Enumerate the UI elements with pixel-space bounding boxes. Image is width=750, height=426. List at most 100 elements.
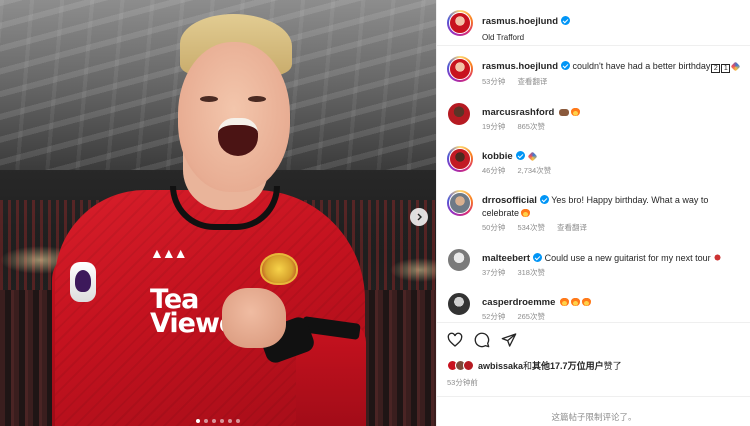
comment-avatar[interactable]	[447, 102, 471, 126]
caption-time[interactable]: 53分钟	[482, 77, 505, 86]
comment-meta: 50分钟 534次赞 查看翻译	[482, 222, 597, 233]
translate-link[interactable]: 查看翻译	[557, 223, 587, 232]
chevron-right-icon	[417, 213, 422, 221]
comment-text-continued: celebrate	[482, 208, 520, 218]
comment-line: casperdroemme	[482, 296, 744, 309]
comment-avatar[interactable]	[447, 248, 471, 272]
comment-likes[interactable]: 2,734次赞	[517, 166, 551, 175]
share-icon[interactable]	[501, 332, 517, 348]
comment-item: marcusrashford 19分钟 865次赞	[437, 102, 750, 138]
carousel-dot	[204, 419, 208, 423]
party-emoji-icon	[730, 61, 741, 72]
comment-username[interactable]: marcusrashford	[482, 107, 554, 118]
liker-avatars	[447, 360, 474, 371]
caption-text: couldn't have had a better birthday	[572, 61, 711, 71]
next-slide-button[interactable]	[410, 208, 428, 226]
comment-username[interactable]: malteebert	[482, 253, 530, 264]
comment-text: Yes bro! Happy birthday. What a way to	[551, 195, 709, 205]
likes-summary[interactable]: awbissaka 和其他17.7万位用户 赞了	[447, 359, 622, 372]
caption-line: rasmus.hoejlund couldn't have had a bett…	[482, 60, 744, 73]
post-header: rasmus.hoejlund Old Trafford	[437, 0, 750, 46]
carousel-dot	[236, 419, 240, 423]
player-fist	[222, 288, 286, 348]
carousel-dot	[212, 419, 216, 423]
comment-meta: 52分钟 265次赞	[482, 311, 555, 320]
caption-avatar[interactable]	[447, 56, 473, 82]
post-photo[interactable]: ▲▲▲ Tea Viewe	[0, 0, 436, 426]
post-time[interactable]: 53分钟前	[447, 377, 478, 388]
carousel-dots	[196, 419, 244, 425]
post-actions	[437, 322, 750, 356]
liker-avatar	[463, 360, 474, 371]
player-eye-left	[200, 96, 218, 102]
caption-username[interactable]: rasmus.hoejlund	[482, 61, 558, 72]
carousel-dot	[220, 419, 224, 423]
league-badge-icon	[70, 262, 96, 302]
verified-badge-icon	[561, 61, 571, 70]
comments-limited-notice: 这篇帖子限制评论了。	[437, 396, 750, 426]
verified-badge-icon	[533, 253, 543, 262]
translate-link[interactable]: 查看翻译	[517, 77, 547, 86]
comment-likes[interactable]: 865次赞	[517, 122, 545, 131]
likes-and: 和	[523, 361, 533, 371]
verified-badge-icon	[561, 16, 571, 25]
comment-line: marcusrashford	[482, 106, 744, 119]
comment-line: malteebert Could use a new guitarist for…	[482, 252, 744, 265]
player-eye-right	[248, 96, 266, 102]
post-caption: rasmus.hoejlund couldn't have had a bett…	[437, 56, 750, 92]
fire-emoji-icon	[581, 297, 591, 306]
comment-item: malteebert Could use a new guitarist for…	[437, 248, 750, 284]
comment-avatar[interactable]	[447, 292, 471, 316]
club-badge-icon	[260, 253, 298, 285]
comment-likes[interactable]: 318次赞	[517, 268, 545, 277]
comment-likes[interactable]: 265次赞	[517, 312, 545, 320]
comment-meta: 19分钟 865次赞	[482, 121, 555, 132]
fire-emoji-icon	[521, 208, 531, 217]
hand-emoji-icon	[558, 109, 569, 116]
comment-likes[interactable]: 534次赞	[517, 223, 545, 232]
party-emoji-icon	[527, 151, 538, 162]
comment-username[interactable]: drrosofficial	[482, 195, 537, 206]
fire-emoji-icon	[570, 107, 580, 116]
comment-item: casperdroemme 52分钟 265次赞	[437, 292, 750, 320]
comment-time[interactable]: 50分钟	[482, 223, 505, 232]
comment-time[interactable]: 19分钟	[482, 122, 505, 131]
carousel-dot	[196, 419, 200, 423]
emoji-box: 1	[721, 64, 731, 73]
comment-time[interactable]: 52分钟	[482, 312, 505, 320]
comment-meta: 37分钟 318次赞	[482, 267, 555, 278]
likes-suffix: 赞了	[603, 361, 622, 371]
liker-username[interactable]: awbissaka	[478, 361, 523, 371]
caption-meta: 53分钟 查看翻译	[482, 76, 557, 87]
comment-time[interactable]: 46分钟	[482, 166, 505, 175]
fire-emoji-icon	[570, 297, 580, 306]
comment-time[interactable]: 37分钟	[482, 268, 505, 277]
comment-avatar[interactable]	[447, 190, 473, 216]
comment-icon[interactable]	[474, 332, 490, 348]
guitar-emoji-icon	[712, 253, 722, 262]
comment-meta: 46分钟 2,734次赞	[482, 165, 561, 176]
author-username[interactable]: rasmus.hoejlund	[482, 16, 558, 27]
adidas-logo-icon: ▲▲▲	[150, 245, 188, 261]
author-avatar[interactable]	[447, 10, 473, 36]
heart-icon[interactable]	[447, 332, 463, 348]
comment-username[interactable]: casperdroemme	[482, 297, 555, 308]
likes-others[interactable]: 其他17.7万位用户	[532, 359, 604, 372]
comment-line: drrosofficial Yes bro! Happy birthday. W…	[482, 194, 744, 220]
post-location[interactable]: Old Trafford	[482, 33, 570, 42]
verified-badge-icon	[515, 151, 525, 160]
carousel-dot	[228, 419, 232, 423]
player-mouth	[218, 118, 258, 156]
comment-username[interactable]: kobbie	[482, 151, 513, 162]
comment-item: drrosofficial Yes bro! Happy birthday. W…	[437, 190, 750, 238]
comment-text: Could use a new guitarist for my next to…	[544, 253, 711, 263]
player-head	[178, 42, 290, 192]
fire-emoji-icon	[559, 297, 569, 306]
author-info: rasmus.hoejlund Old Trafford	[482, 11, 571, 42]
verified-badge-icon	[539, 195, 549, 204]
comment-line: kobbie	[482, 150, 744, 163]
comment-avatar[interactable]	[447, 146, 473, 172]
player-figure: ▲▲▲ Tea Viewe	[0, 0, 436, 426]
post-panel: rasmus.hoejlund Old Trafford rasmus.hoej…	[436, 0, 750, 426]
emoji-box: 2	[711, 64, 721, 73]
